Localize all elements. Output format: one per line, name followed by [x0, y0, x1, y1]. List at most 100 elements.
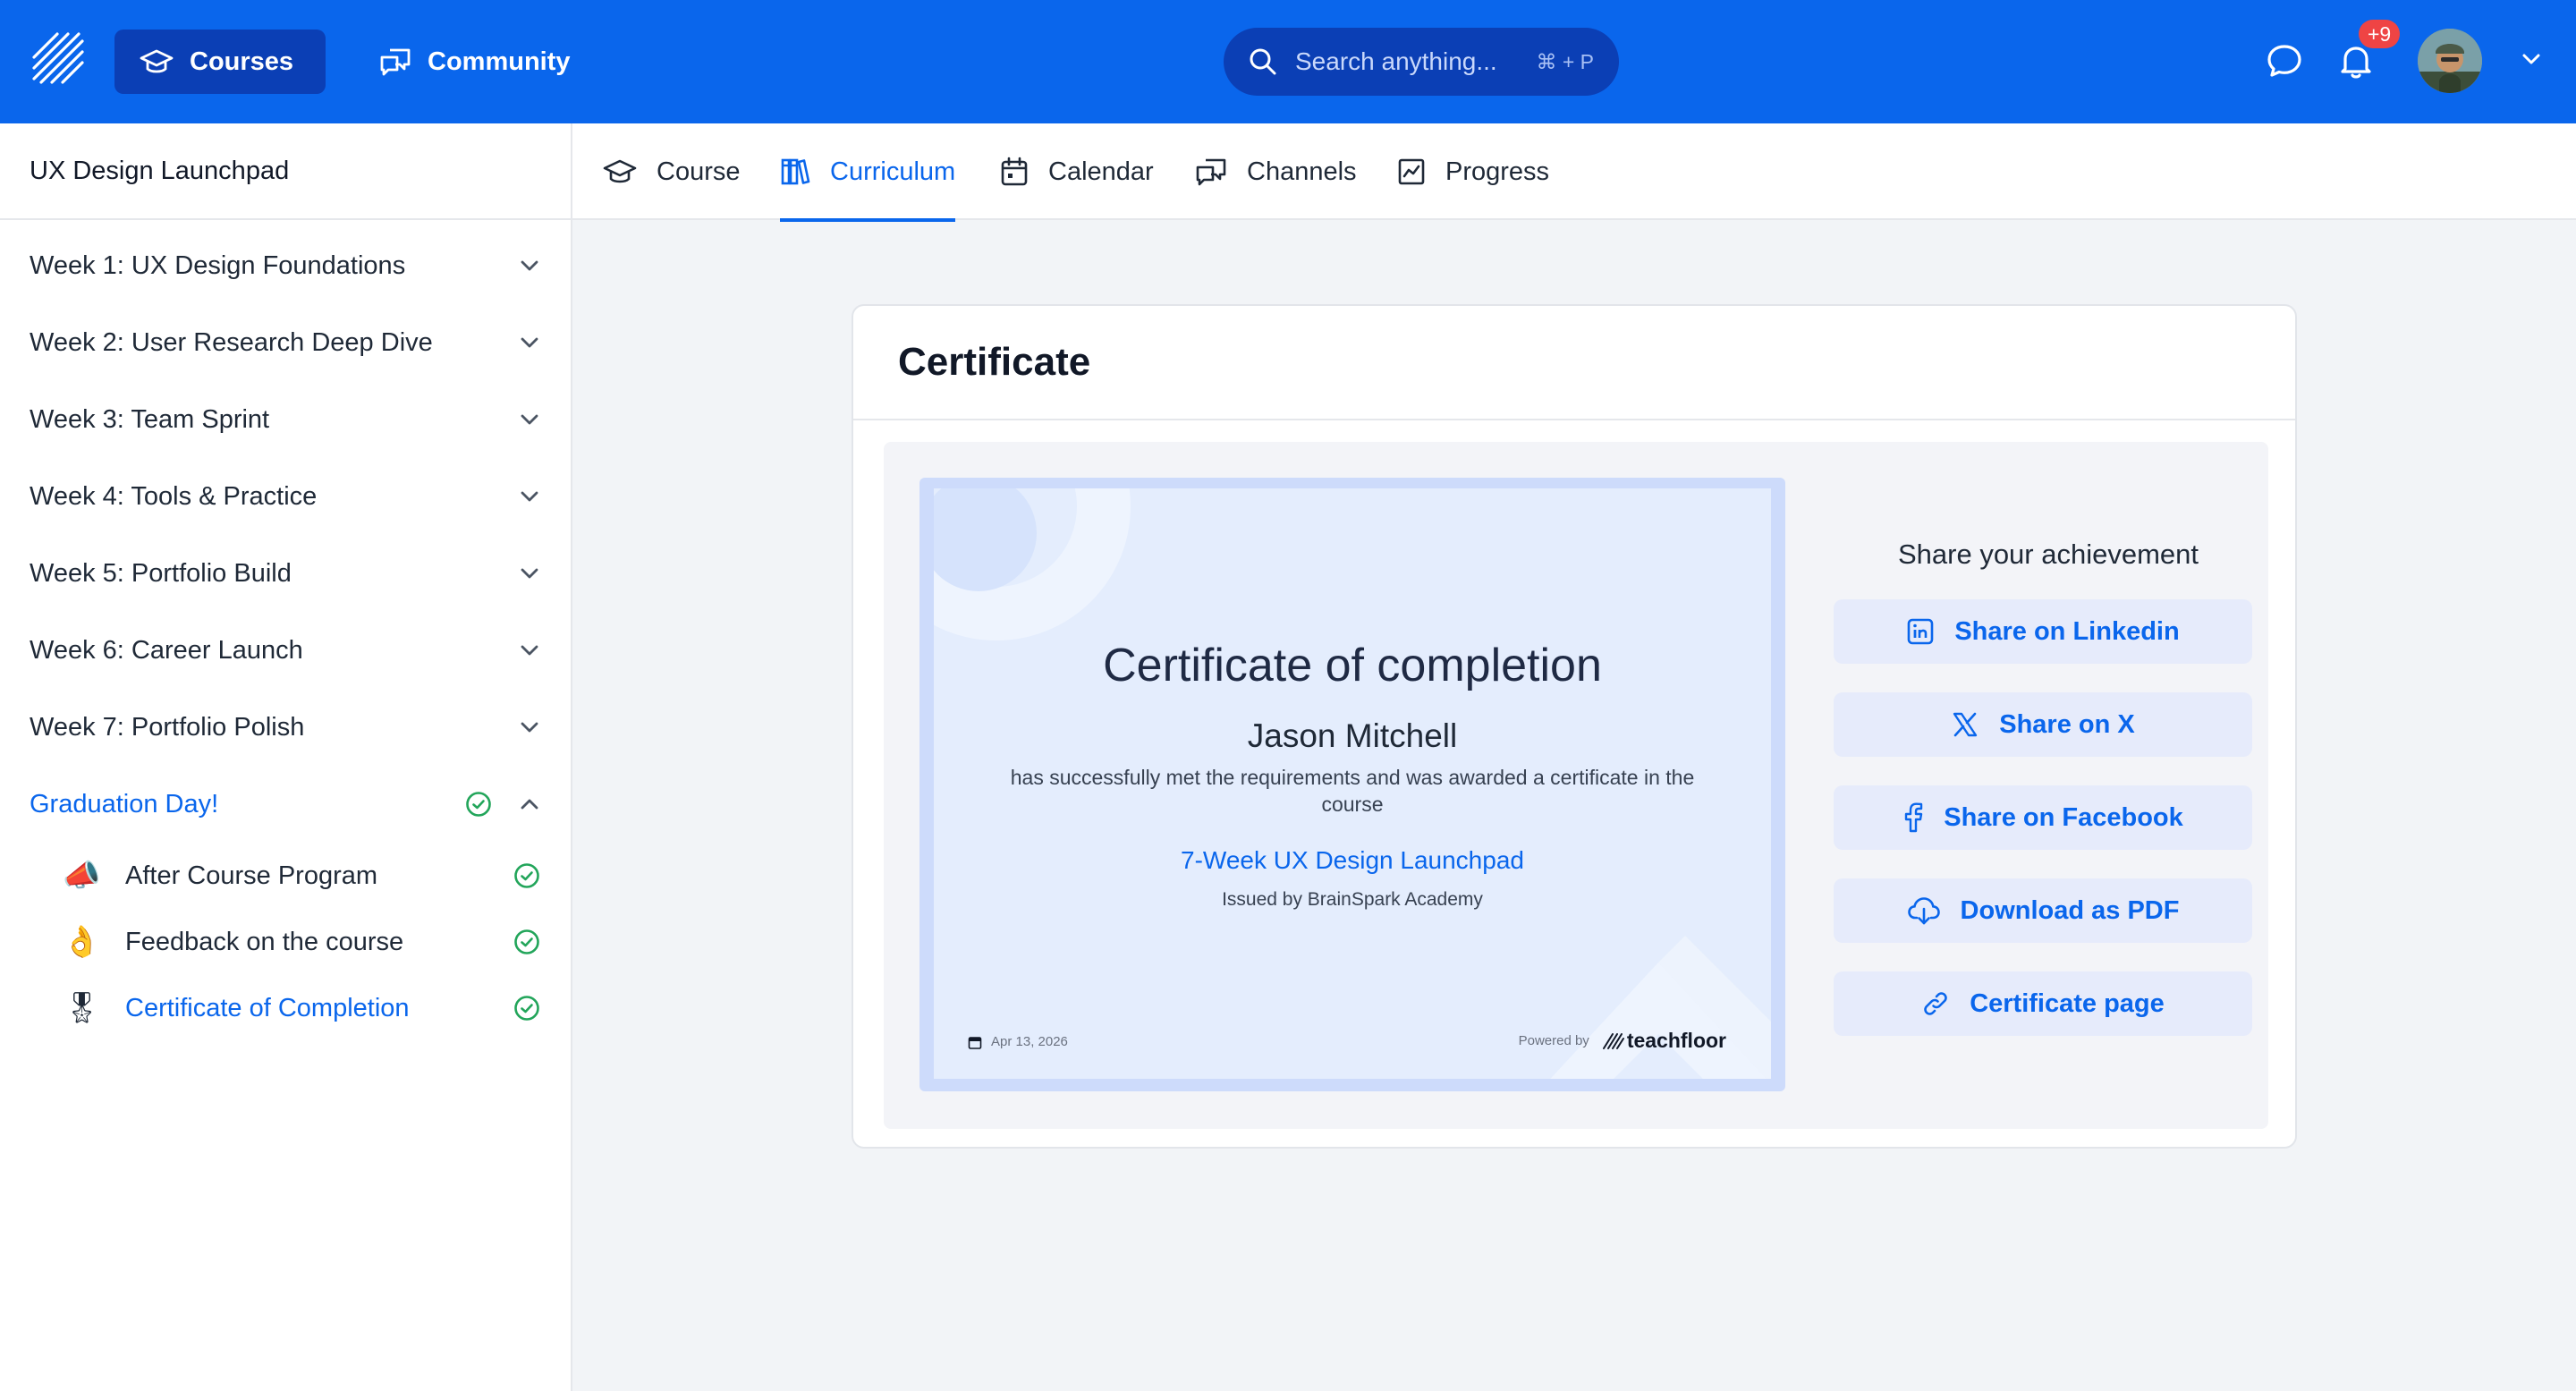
tab-label: Calendar: [1048, 157, 1154, 186]
sidebar-week-label: Week 3: Team Sprint: [30, 404, 270, 434]
search-shortcut: ⌘ + P: [1536, 49, 1594, 73]
notification-badge: +9: [2359, 20, 2401, 48]
course-sidebar: UX Design Launchpad Week 1: UX Design Fo…: [0, 123, 572, 1391]
sidebar-item-label: Certificate of Completion: [125, 993, 410, 1022]
download-pdf-button[interactable]: Download as PDF: [1834, 878, 2252, 943]
courses-nav-button[interactable]: Courses: [114, 30, 326, 94]
avatar[interactable]: [2418, 29, 2482, 93]
calendar-icon: [968, 1036, 982, 1049]
sidebar-week-5[interactable]: Week 5: Portfolio Build: [0, 535, 571, 612]
search-placeholder: Search anything...: [1295, 47, 1497, 75]
card-title: Certificate: [853, 306, 2295, 420]
messages-icon[interactable]: [2265, 41, 2304, 81]
x-icon: [1953, 712, 1978, 737]
tab-curriculum[interactable]: Curriculum: [780, 123, 956, 222]
courses-nav-label: Courses: [190, 47, 294, 76]
check-circle-icon: [514, 996, 539, 1021]
graduation-cap-icon: [603, 159, 637, 183]
sidebar-item-certificate[interactable]: 🎖 Certificate of Completion: [0, 975, 571, 1041]
share-facebook-button[interactable]: Share on Facebook: [1834, 785, 2252, 850]
share-linkedin-button[interactable]: Share on Linkedin: [1834, 599, 2252, 664]
facebook-icon: [1905, 802, 1923, 833]
sidebar-week-1[interactable]: Week 1: UX Design Foundations: [0, 227, 571, 304]
graduation-cap-icon: [140, 49, 174, 73]
certificate-preview-frame: Certificate of completion Jason Mitchell…: [919, 478, 1785, 1091]
certificate-title: Certificate of completion: [1103, 640, 1602, 691]
community-nav-button[interactable]: Community: [354, 30, 596, 94]
share-facebook-label: Share on Facebook: [1944, 802, 2183, 832]
sidebar-week-label: Week 5: Portfolio Build: [30, 558, 292, 588]
course-tabs: Course Curriculum Calendar Channels Prog…: [572, 123, 2576, 222]
tab-label: Channels: [1247, 157, 1357, 186]
link-icon: [1924, 992, 1947, 1015]
calendar-icon: [1001, 157, 1028, 186]
certificate-card: Certificate Certificate of completion Ja…: [852, 304, 2297, 1149]
share-title: Share your achievement: [1897, 539, 2199, 570]
sidebar-week-6[interactable]: Week 6: Career Launch: [0, 612, 571, 689]
certificate-page-button[interactable]: Certificate page: [1834, 971, 2252, 1036]
sidebar-item-label: After Course Program: [125, 861, 378, 890]
certificate-description: has successfully met the requirements an…: [1010, 766, 1695, 816]
chevron-down-icon: [521, 568, 538, 579]
chevron-up-icon: [521, 799, 538, 810]
tab-label: Progress: [1445, 157, 1550, 186]
chart-icon: [1398, 158, 1425, 185]
share-linkedin-label: Share on Linkedin: [1954, 616, 2180, 646]
sidebar-item-label: Feedback on the course: [125, 927, 404, 956]
books-icon: [781, 158, 810, 185]
course-title: UX Design Launchpad: [0, 123, 571, 220]
certificate-date: Apr 13, 2026: [968, 1034, 1068, 1049]
powered-by: Powered by teachfloor: [1519, 1029, 1726, 1053]
sidebar-item-feedback[interactable]: 👌 Feedback on the course: [0, 909, 571, 975]
sidebar-week-label: Graduation Day!: [30, 789, 219, 818]
sidebar-week-4[interactable]: Week 4: Tools & Practice: [0, 458, 571, 535]
chevron-down-icon: [521, 414, 538, 425]
certificate-recipient: Jason Mitchell: [1247, 717, 1458, 754]
megaphone-icon: 📣: [63, 859, 101, 893]
chevron-down-icon[interactable]: [2521, 52, 2542, 66]
check-circle-icon: [514, 929, 539, 954]
brand-logo-icon[interactable]: [30, 30, 86, 86]
sidebar-week-label: Week 7: Portfolio Polish: [30, 712, 305, 742]
medal-icon: 🎖: [63, 991, 102, 1025]
sidebar-week-2[interactable]: Week 2: User Research Deep Dive: [0, 304, 571, 381]
check-circle-icon: [466, 792, 491, 817]
tab-channels[interactable]: Channels: [1195, 123, 1357, 220]
certificate-issuer: Issued by BrainSpark Academy: [1222, 889, 1483, 910]
community-nav-label: Community: [428, 47, 571, 76]
chevron-down-icon: [521, 337, 538, 348]
search-icon: [1250, 48, 1276, 75]
certificate-panel: Certificate of completion Jason Mitchell…: [884, 442, 2268, 1129]
sidebar-item-after-course-program[interactable]: 📣 After Course Program: [0, 843, 571, 909]
certificate-date-text: Apr 13, 2026: [991, 1034, 1068, 1049]
chevron-down-icon: [521, 645, 538, 656]
chevron-down-icon: [521, 491, 538, 502]
check-circle-icon: [514, 863, 539, 888]
sidebar-week-label: Week 2: User Research Deep Dive: [30, 327, 433, 357]
tab-calendar[interactable]: Calendar: [1000, 123, 1154, 220]
chat-bubbles-icon: [380, 48, 411, 76]
certificate-page-label: Certificate page: [1970, 988, 2165, 1018]
tab-label: Course: [657, 157, 741, 186]
avatar-image: [2418, 29, 2482, 93]
teachfloor-logo-icon: [1602, 1032, 1624, 1049]
sidebar-week-graduation[interactable]: Graduation Day!: [0, 766, 571, 843]
tab-progress[interactable]: Progress: [1397, 123, 1549, 220]
top-navigation-bar: Courses Community Search anything... ⌘ +…: [0, 0, 2576, 123]
download-pdf-label: Download as PDF: [1960, 895, 2180, 925]
share-x-button[interactable]: Share on X: [1834, 692, 2252, 757]
certificate-course-name: 7-Week UX Design Launchpad: [1181, 846, 1524, 874]
sidebar-week-3[interactable]: Week 3: Team Sprint: [0, 381, 571, 458]
teachfloor-brand-text: teachfloor: [1626, 1029, 1726, 1052]
cloud-download-icon: [1907, 897, 1940, 925]
certificate-preview[interactable]: Certificate of completion Jason Mitchell…: [934, 488, 1771, 1079]
share-x-label: Share on X: [1999, 709, 2135, 739]
ok-hand-icon: 👌: [63, 925, 101, 959]
search-input[interactable]: Search anything... ⌘ + P: [1224, 28, 1619, 96]
sidebar-week-7[interactable]: Week 7: Portfolio Polish: [0, 689, 571, 766]
sidebar-week-label: Week 1: UX Design Foundations: [30, 250, 406, 280]
tab-course[interactable]: Course: [603, 123, 741, 220]
sidebar-week-label: Week 4: Tools & Practice: [30, 481, 318, 511]
linkedin-icon: [1908, 618, 1934, 645]
teachfloor-logo: teachfloor: [1602, 1029, 1726, 1053]
